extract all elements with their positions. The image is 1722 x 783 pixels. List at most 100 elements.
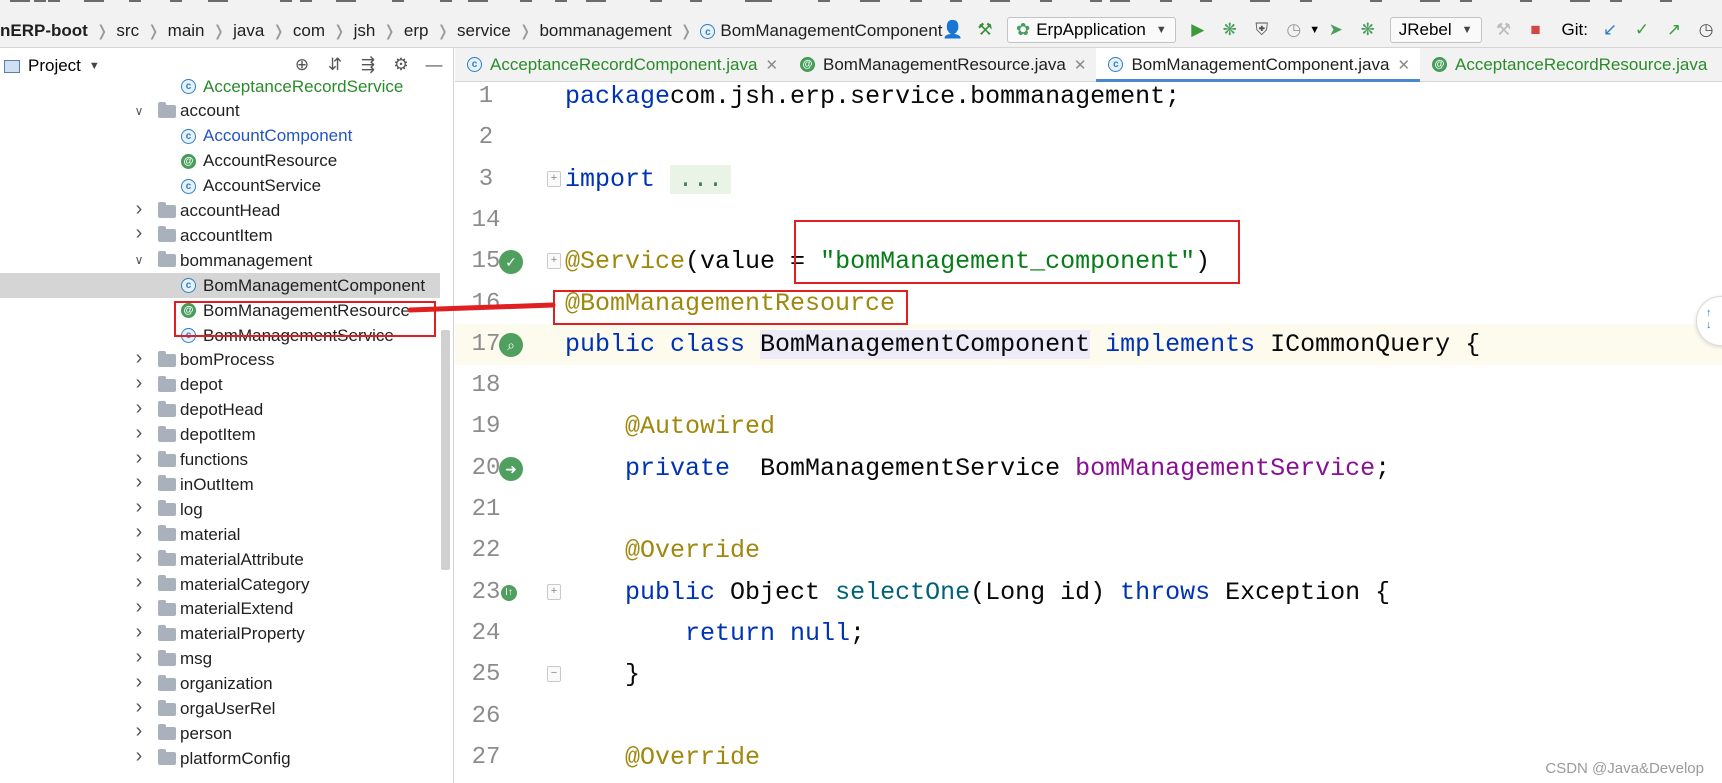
tree-item-account[interactable]: ∨ account bbox=[0, 99, 440, 124]
chevron-right-icon[interactable]: › bbox=[132, 696, 146, 719]
breadcrumb-item[interactable]: java bbox=[233, 21, 264, 41]
run-configuration-select[interactable]: ✿ ErpApplication ▼ bbox=[1006, 17, 1176, 43]
tab-bommanagementresource[interactable]: @ BomManagementResource.java ✕ bbox=[788, 48, 1096, 81]
fold-toggle-icon[interactable]: + bbox=[547, 253, 561, 270]
breadcrumb-item[interactable]: jsh bbox=[354, 21, 376, 41]
tree-item-materialextend[interactable]: › materialExtend bbox=[0, 596, 440, 622]
chevron-down-icon[interactable]: ▼ bbox=[89, 60, 100, 72]
expand-all-icon[interactable]: ⇵ bbox=[324, 54, 346, 76]
tree-item-materialproperty[interactable]: › materialProperty bbox=[0, 621, 440, 647]
project-view-select[interactable]: Project bbox=[28, 56, 81, 76]
tree-item-accounthead[interactable]: › accountHead bbox=[0, 198, 440, 224]
jrebel-run-icon[interactable]: ➤ bbox=[1325, 19, 1347, 41]
tree-item-accountitem[interactable]: › accountItem bbox=[0, 222, 440, 248]
run-icon[interactable]: ▶ bbox=[1187, 19, 1209, 41]
gear-icon[interactable]: ⚙ bbox=[390, 54, 412, 76]
breadcrumb-item[interactable]: erp bbox=[404, 21, 429, 41]
chevron-right-icon[interactable]: › bbox=[132, 720, 146, 743]
breadcrumb-current[interactable]: c BomManagementComponent bbox=[700, 21, 942, 41]
chevron-right-icon[interactable]: › bbox=[132, 397, 146, 420]
code-line[interactable]: 17 ⌕ public class BomManagementComponent i… bbox=[455, 323, 1722, 365]
tree-item-materialattribute[interactable]: › materialAttribute bbox=[0, 546, 440, 572]
tab-bommanagementcomponent[interactable]: c BomManagementComponent.java ✕ bbox=[1096, 48, 1421, 82]
stop-icon[interactable]: ■ bbox=[1525, 19, 1547, 41]
chevron-right-icon[interactable]: › bbox=[132, 671, 146, 694]
chevron-right-icon[interactable]: › bbox=[132, 447, 146, 470]
code-editor[interactable]: 1 packagecom.jsh.erp.service.bommanagemen… bbox=[455, 82, 1722, 783]
close-icon[interactable]: ✕ bbox=[1397, 56, 1410, 74]
collapse-all-icon[interactable]: ⇶ bbox=[357, 54, 379, 76]
tree-item-accountcomponent[interactable]: c AccountComponent bbox=[0, 124, 440, 149]
tree-item-accountresource[interactable]: @ AccountResource bbox=[0, 149, 440, 174]
chevron-right-icon[interactable]: › bbox=[132, 646, 146, 669]
chevron-down-icon[interactable]: ▼ bbox=[1309, 19, 1320, 41]
tree-item-msg[interactable]: › msg bbox=[0, 646, 440, 672]
project-scrollbar[interactable] bbox=[441, 330, 450, 570]
tree-item-material[interactable]: › material bbox=[0, 521, 440, 547]
jrebel-debug-icon[interactable]: ❋ bbox=[1357, 19, 1379, 41]
chevron-right-icon[interactable]: › bbox=[132, 521, 146, 544]
implements-icon[interactable]: I↑ bbox=[501, 584, 517, 601]
chevron-right-icon[interactable]: › bbox=[132, 496, 146, 519]
folded-imports[interactable]: ... bbox=[670, 164, 732, 194]
tree-item-acceptancerecordservice[interactable]: c AcceptanceRecordService bbox=[0, 74, 440, 99]
chevron-right-icon[interactable]: › bbox=[132, 198, 146, 221]
code-line[interactable]: 20 ➜ private BomManagementService bomMana… bbox=[455, 448, 1722, 489]
breadcrumb-item[interactable]: service bbox=[457, 21, 511, 41]
tree-item-person[interactable]: › person bbox=[0, 720, 440, 746]
close-icon[interactable]: ✕ bbox=[765, 56, 778, 74]
git-update-arrow-icon[interactable]: ↙ bbox=[1599, 19, 1621, 41]
chevron-right-icon[interactable]: › bbox=[132, 222, 146, 245]
chevron-right-icon[interactable]: › bbox=[132, 471, 146, 494]
breadcrumb-item[interactable]: com bbox=[293, 21, 325, 41]
fold-toggle-icon[interactable]: − bbox=[547, 666, 561, 683]
chevron-right-icon[interactable]: › bbox=[132, 621, 146, 644]
chevron-right-icon[interactable]: › bbox=[132, 546, 146, 569]
chevron-right-icon[interactable]: › bbox=[132, 596, 146, 619]
chevron-right-icon[interactable]: › bbox=[132, 372, 146, 395]
code-line[interactable]: 3 + import ... bbox=[455, 159, 1722, 200]
tree-item-platformconfig[interactable]: › platformConfig bbox=[0, 745, 440, 771]
code-line[interactable]: 27 @Override bbox=[455, 737, 1722, 778]
tree-item-functions[interactable]: › functions bbox=[0, 447, 440, 473]
history-clock-icon[interactable]: ◷ bbox=[1695, 19, 1717, 41]
profiler-icon[interactable]: ◷ bbox=[1283, 19, 1305, 41]
tree-item-depotitem[interactable]: › depotItem bbox=[0, 422, 440, 448]
minimize-icon[interactable]: — bbox=[423, 54, 445, 76]
tree-item-organization[interactable]: › organization bbox=[0, 671, 440, 697]
tree-item-orgauserrel[interactable]: › orgaUserRel bbox=[0, 696, 440, 722]
close-icon[interactable]: ✕ bbox=[1074, 56, 1087, 74]
tree-item-log[interactable]: › log bbox=[0, 496, 440, 522]
breadcrumb-item[interactable]: nERP-boot bbox=[0, 21, 88, 41]
breadcrumb-item[interactable]: bommanagement bbox=[539, 21, 671, 41]
tree-item-depothead[interactable]: › depotHead bbox=[0, 397, 440, 423]
user-icon[interactable]: 👤 bbox=[942, 19, 964, 41]
code-line[interactable]: 1 packagecom.jsh.erp.service.bommanagemen… bbox=[455, 82, 1722, 117]
tree-item-bomprocess[interactable]: › bomProcess bbox=[0, 347, 440, 373]
chevron-right-icon[interactable]: › bbox=[132, 571, 146, 594]
code-line[interactable]: 26 bbox=[455, 696, 1722, 737]
code-line[interactable]: 22 @Override bbox=[455, 530, 1722, 571]
tree-item-depot[interactable]: › depot bbox=[0, 372, 440, 398]
tree-item-accountservice[interactable]: c AccountService bbox=[0, 174, 440, 199]
jrebel-select[interactable]: JRebel ▼ bbox=[1389, 17, 1482, 43]
debug-bug-icon[interactable]: ❋ bbox=[1219, 19, 1241, 41]
spring-bean-icon[interactable]: ✓ bbox=[499, 250, 523, 275]
code-line[interactable]: 23 I↑ + public Object selectOne(Long id) t… bbox=[455, 572, 1722, 613]
tab-acceptancerecordcomponent[interactable]: c AcceptanceRecordComponent.java ✕ bbox=[455, 48, 788, 81]
code-line[interactable]: 18 bbox=[455, 365, 1722, 406]
chevron-down-icon[interactable]: ∨ bbox=[132, 104, 146, 118]
tree-item-materialcategory[interactable]: › materialCategory bbox=[0, 571, 440, 597]
git-push-arrow-icon[interactable]: ↗ bbox=[1663, 19, 1685, 41]
code-line[interactable]: 19 @Autowired bbox=[455, 406, 1722, 447]
breadcrumb-item[interactable]: src bbox=[116, 21, 139, 41]
fold-toggle-icon[interactable]: + bbox=[547, 583, 561, 600]
code-line[interactable]: 25 − } bbox=[455, 654, 1722, 695]
coverage-shield-icon[interactable]: ⛨ bbox=[1251, 19, 1273, 41]
code-line[interactable]: 21 bbox=[455, 489, 1722, 530]
code-line[interactable]: 2 bbox=[455, 117, 1722, 158]
fold-toggle-icon[interactable]: + bbox=[547, 170, 561, 187]
chevron-right-icon[interactable]: › bbox=[132, 745, 146, 768]
chevron-down-icon[interactable]: ∨ bbox=[132, 253, 146, 267]
spring-bean-search-icon[interactable]: ⌕ bbox=[499, 332, 523, 357]
